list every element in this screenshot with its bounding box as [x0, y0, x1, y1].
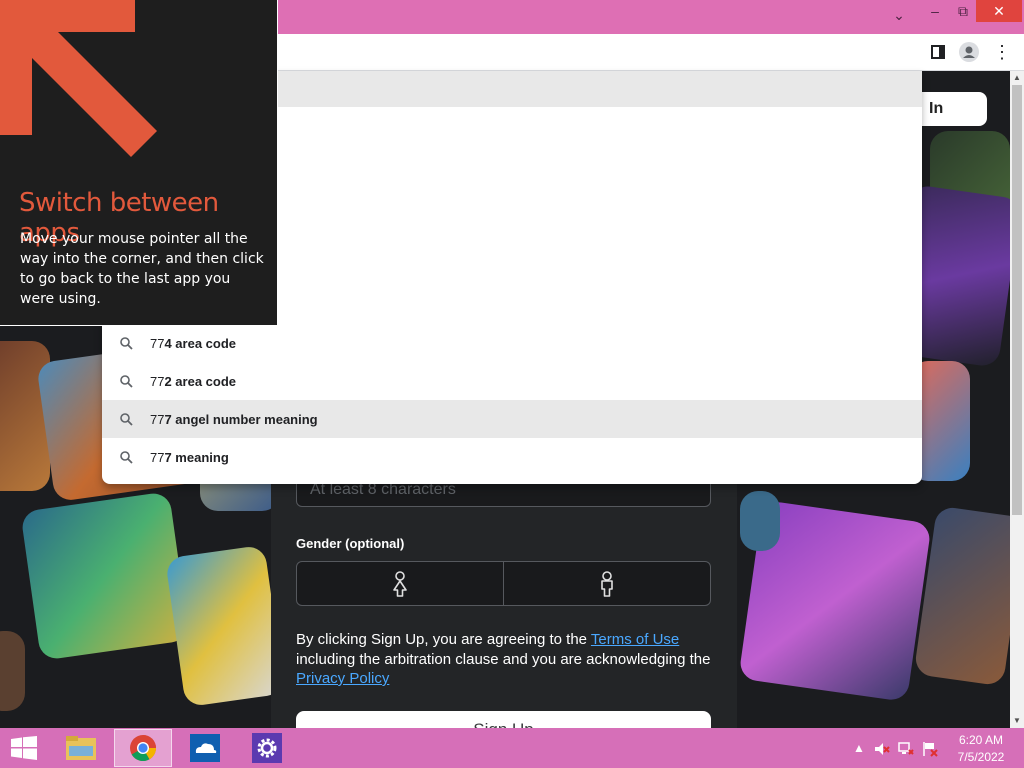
gender-female-button[interactable]: [297, 562, 503, 605]
omnibox-suggestion-selected[interactable]: 77 7 angel number meaning: [102, 400, 922, 438]
file-explorer-button[interactable]: [52, 729, 110, 767]
scroll-down-icon[interactable]: ▼: [1010, 714, 1024, 728]
restore-button[interactable]: ⧉: [948, 0, 978, 22]
windows-tip-overlay: Switch between apps Move your mouse poin…: [0, 0, 278, 326]
search-icon: [102, 412, 150, 426]
action-center-flag-icon[interactable]: [922, 741, 938, 760]
game-tile: [20, 491, 190, 661]
windows-logo-icon: [11, 736, 37, 760]
login-button[interactable]: In: [922, 92, 987, 126]
clock-date: 7/5/2022: [957, 750, 1005, 764]
scroll-up-icon[interactable]: ▲: [1010, 71, 1024, 85]
search-icon: [102, 336, 150, 350]
chrome-icon: [130, 735, 157, 762]
show-hidden-icons-icon[interactable]: ▲: [853, 741, 865, 755]
settings-button[interactable]: [238, 729, 296, 767]
game-tile: [740, 491, 780, 551]
onedrive-button[interactable]: [176, 729, 234, 767]
gender-selector: [296, 561, 711, 606]
network-icon[interactable]: [898, 741, 914, 760]
male-icon: [601, 570, 613, 597]
folder-icon: [66, 736, 96, 760]
omnibox-suggestion[interactable]: 77 2 area code: [102, 362, 922, 400]
taskbar-clock[interactable]: 6:20 AM 7/5/2022: [945, 732, 1017, 766]
volume-muted-icon[interactable]: [874, 741, 890, 760]
start-button[interactable]: [0, 729, 48, 767]
clock-time: 6:20 AM: [958, 733, 1004, 747]
omnibox-suggestion[interactable]: 77 7 meaning: [102, 438, 922, 476]
tip-body: Move your mouse pointer all the way into…: [20, 231, 264, 307]
chrome-taskbar-button[interactable]: [114, 729, 172, 767]
gear-icon: [252, 733, 282, 763]
terms-of-use-link[interactable]: Terms of Use: [591, 631, 679, 648]
side-panel-icon[interactable]: [927, 41, 949, 63]
privacy-policy-link[interactable]: Privacy Policy: [296, 670, 389, 687]
close-button[interactable]: ✕: [976, 0, 1022, 22]
scroll-thumb[interactable]: [1012, 85, 1022, 515]
profile-icon[interactable]: [958, 41, 980, 63]
taskbar: [0, 728, 1024, 768]
gender-male-button[interactable]: [503, 562, 710, 605]
search-icon: [102, 374, 150, 388]
page-scrollbar[interactable]: ▲ ▼: [1010, 71, 1024, 728]
terms-notice: By clicking Sign Up, you are agreeing to…: [296, 631, 711, 687]
game-tile: [165, 544, 285, 708]
female-icon: [393, 570, 407, 597]
cloud-icon: [190, 734, 220, 762]
gender-label: Gender (optional): [296, 536, 405, 551]
corner-arrow-icon: [0, 0, 157, 157]
tab-search-button[interactable]: ⌄: [884, 4, 914, 26]
game-tile: [0, 631, 25, 711]
menu-icon[interactable]: ⋮: [991, 41, 1013, 63]
omnibox-suggestion[interactable]: 77 4 area code: [102, 324, 922, 362]
search-icon: [102, 450, 150, 464]
minimize-button[interactable]: –: [920, 0, 950, 22]
